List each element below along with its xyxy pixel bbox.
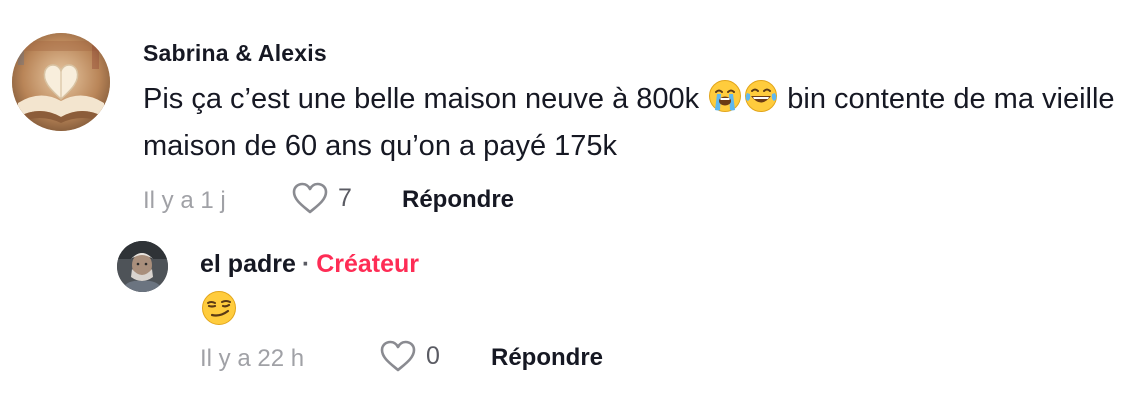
reply-timestamp: Il y a 22 h [200, 345, 305, 372]
reply-meta: Il y a 22 h 0 Répondre [200, 339, 1100, 379]
reply-author-line: el padre · Créateur [200, 248, 1100, 280]
comment-text-part-1: Pis ça c’est une belle maison neuve à 80… [143, 83, 708, 115]
like-button[interactable]: 7 [291, 181, 352, 215]
reply-author-avatar[interactable] [117, 241, 168, 292]
reply-reply-button[interactable]: Répondre [491, 344, 603, 372]
face-with-tears-of-joy-icon [744, 79, 778, 125]
loudly-crying-face-icon [708, 79, 742, 125]
like-count: 7 [338, 183, 352, 212]
comment-author[interactable]: Sabrina & Alexis [143, 39, 1118, 67]
comment-timestamp: Il y a 1 j [143, 187, 226, 214]
heart-outline-icon [292, 182, 328, 214]
comment-text: Pis ça c’est une belle maison neuve à 80… [143, 78, 1118, 167]
separator-dot: · [301, 250, 311, 278]
heart-outline-icon [380, 340, 416, 372]
reply-button[interactable]: Répondre [402, 186, 514, 214]
profile-photo-avatar-image [117, 241, 168, 292]
reply-content: el padre · Créateur Il y a 22 h 0 Répond… [200, 240, 1100, 379]
comment-meta: Il y a 1 j 7 Répondre [143, 181, 1118, 221]
heart-book-avatar-image [12, 33, 110, 131]
reply-like-count: 0 [426, 341, 440, 370]
creator-badge: Créateur [316, 250, 420, 278]
reply-text [200, 290, 1100, 328]
commenter-avatar[interactable] [12, 33, 110, 131]
smirking-face-icon [201, 290, 237, 331]
comment-content: Sabrina & Alexis Pis ça c’est une belle … [143, 30, 1118, 221]
reply-author[interactable]: el padre [200, 250, 296, 278]
reply-like-button[interactable]: 0 [379, 339, 440, 373]
